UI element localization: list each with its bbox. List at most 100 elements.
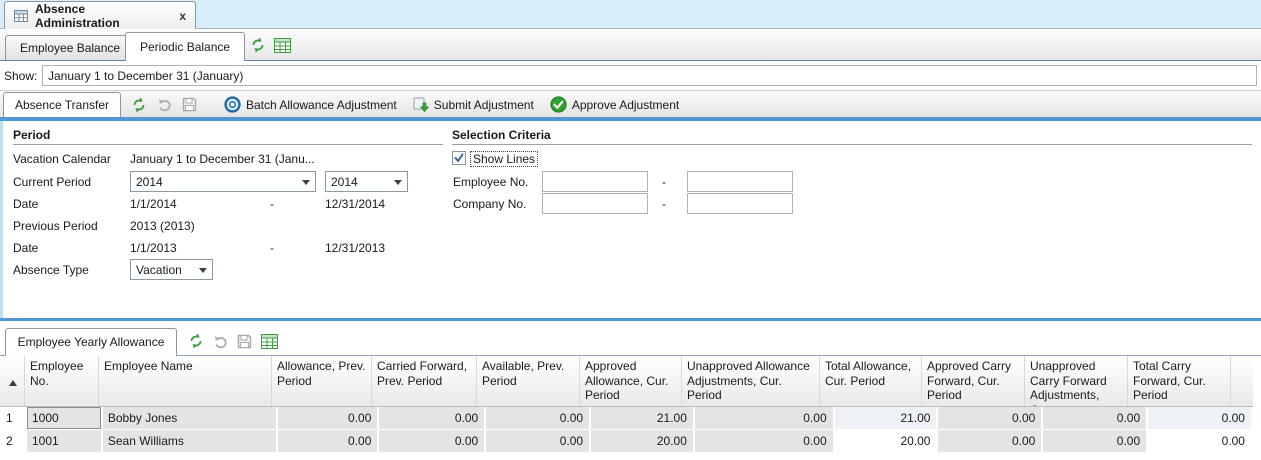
col-header-total-allowance-cur[interactable]: Total Allowance, Cur. Period — [820, 356, 922, 406]
approve-check-icon — [550, 96, 567, 113]
current-date-from: 1/1/2014 — [130, 197, 177, 211]
cell-available-prev[interactable]: 0.00 — [486, 430, 589, 452]
show-label: Show: — [4, 69, 37, 83]
cell-employee-no[interactable]: 1000 — [27, 407, 101, 429]
tab-absence-transfer[interactable]: Absence Transfer — [3, 92, 121, 117]
tab-periodic-balance[interactable]: Periodic Balance — [125, 32, 245, 61]
current-period-year2-value: 2014 — [331, 175, 358, 189]
cell-unapproved-allowance-adj[interactable]: 0.00 — [695, 430, 833, 452]
cell-carried-forward-prev[interactable]: 0.00 — [379, 430, 484, 452]
absence-type-label: Absence Type — [13, 263, 89, 277]
current-date-label: Date — [13, 197, 38, 211]
approve-adjustment-button[interactable]: Approve Adjustment — [547, 93, 682, 117]
window-tab-strip: Absence Administration x — [0, 0, 1261, 29]
table-row[interactable]: 2 1001 Sean Williams 0.00 0.00 0.00 20.0… — [0, 430, 1253, 452]
tab-employee-yearly-allowance[interactable]: Employee Yearly Allowance — [5, 328, 177, 356]
col-header-employee-no[interactable]: Employee No. — [25, 356, 99, 406]
selection-criteria-rule — [452, 144, 1252, 145]
previous-date-label: Date — [13, 241, 38, 255]
cell-unapproved-carry-forward-adj[interactable]: 0.00 — [1043, 407, 1146, 429]
col-header-approved-allowance-cur[interactable]: Approved Allowance, Cur. Period — [580, 356, 682, 406]
cell-unapproved-allowance-adj[interactable]: 0.00 — [695, 407, 833, 429]
company-no-dash: - — [662, 197, 666, 211]
col-header-employee-name[interactable]: Employee Name — [99, 356, 272, 406]
col-header-total-carry-forward[interactable]: Total Carry Forward, Cur. Period — [1128, 356, 1231, 406]
save-icon[interactable] — [237, 334, 252, 349]
balance-tab-strip: Employee Balance Periodic Balance — [0, 30, 1261, 61]
tab-employee-balance[interactable]: Employee Balance — [5, 35, 135, 60]
cell-available-prev[interactable]: 0.00 — [486, 407, 589, 429]
window-tab-absence-administration[interactable]: Absence Administration x — [4, 1, 196, 29]
cell-allowance-prev[interactable]: 0.00 — [278, 407, 378, 429]
show-lines-checkbox[interactable] — [452, 151, 466, 165]
cell-employee-name[interactable]: Sean Williams — [103, 430, 276, 452]
show-period-input[interactable] — [42, 65, 1257, 86]
refresh-icon[interactable] — [131, 97, 147, 113]
current-period-year2-select[interactable]: 2014 — [325, 171, 408, 192]
col-header-allowance-prev[interactable]: Allowance, Prev. Period — [272, 356, 372, 406]
submit-arrow-icon — [413, 97, 429, 113]
employee-no-dash: - — [662, 175, 666, 189]
cell-total-carry-forward[interactable]: 0.00 — [1148, 430, 1251, 452]
company-no-to-input[interactable] — [687, 193, 793, 214]
employee-no-from-input[interactable] — [542, 171, 648, 192]
close-icon[interactable]: x — [179, 9, 186, 23]
checkmark-icon — [454, 153, 464, 163]
batch-allowance-adjustment-button[interactable]: Batch Allowance Adjustment — [221, 93, 400, 117]
col-header-approved-carry-forward[interactable]: Approved Carry Forward, Cur. Period — [922, 356, 1025, 406]
cell-allowance-prev[interactable]: 0.00 — [278, 430, 378, 452]
cell-total-allowance-cur[interactable]: 21.00 — [835, 407, 937, 429]
save-icon[interactable] — [182, 97, 197, 112]
cell-approved-allowance-cur[interactable]: 21.00 — [591, 407, 693, 429]
company-no-from-input[interactable] — [542, 193, 648, 214]
refresh-icon[interactable] — [250, 37, 266, 53]
batch-allowance-adjustment-label: Batch Allowance Adjustment — [246, 98, 397, 112]
cell-approved-allowance-cur[interactable]: 20.00 — [591, 430, 693, 452]
previous-period-value: 2013 (2013) — [130, 219, 195, 233]
cell-total-carry-forward[interactable]: 0.00 — [1148, 407, 1251, 429]
sort-column-header[interactable] — [0, 356, 25, 406]
current-period-value: 2014 — [136, 175, 163, 189]
row-number: 2 — [0, 430, 25, 452]
cell-unapproved-carry-forward-adj[interactable]: 0.00 — [1043, 430, 1146, 452]
allowance-grid-header: Employee No. Employee Name Allowance, Pr… — [0, 356, 1253, 407]
current-date-to: 12/31/2014 — [325, 197, 385, 211]
cell-approved-carry-forward[interactable]: 0.00 — [938, 407, 1041, 429]
undo-icon[interactable] — [213, 334, 228, 349]
company-no-label: Company No. — [453, 197, 526, 211]
current-period-select[interactable]: 2014 — [130, 171, 316, 192]
show-lines-label[interactable]: Show Lines — [470, 151, 538, 167]
chevron-down-icon — [199, 268, 207, 273]
col-header-carried-forward-prev[interactable]: Carried Forward, Prev. Period — [372, 356, 477, 406]
refresh-icon[interactable] — [188, 333, 204, 349]
row-number: 1 — [0, 407, 25, 429]
grid-view-icon[interactable] — [274, 38, 291, 53]
record-circle-icon — [224, 96, 241, 113]
allowance-grid-body: 1 1000 Bobby Jones 0.00 0.00 0.00 21.00 … — [0, 407, 1253, 453]
window-tab-title: Absence Administration — [35, 2, 172, 30]
cell-carried-forward-prev[interactable]: 0.00 — [379, 407, 484, 429]
submit-adjustment-button[interactable]: Submit Adjustment — [410, 93, 537, 117]
cell-total-allowance-cur[interactable]: 20.00 — [835, 430, 937, 452]
cell-employee-name[interactable]: Bobby Jones — [103, 407, 276, 429]
period-rule — [13, 144, 443, 145]
table-row[interactable]: 1 1000 Bobby Jones 0.00 0.00 0.00 21.00 … — [0, 407, 1253, 429]
grid-view-icon[interactable] — [261, 334, 278, 349]
previous-period-label: Previous Period — [13, 219, 98, 233]
col-header-available-prev[interactable]: Available, Prev. Period — [477, 356, 580, 406]
previous-date-from: 1/1/2013 — [130, 241, 177, 255]
col-header-unapproved-carry-forward-adj[interactable]: Unapproved Carry Forward Adjustments, Cu… — [1025, 356, 1128, 406]
col-header-unapproved-allowance-adj[interactable]: Unapproved Allowance Adjustments, Cur. P… — [682, 356, 820, 406]
show-filter-bar: Show: — [0, 61, 1261, 90]
employee-no-to-input[interactable] — [687, 171, 793, 192]
panel-accent-bar — [0, 318, 1261, 321]
submit-adjustment-label: Submit Adjustment — [434, 98, 534, 112]
cell-employee-no[interactable]: 1001 — [27, 430, 101, 452]
undo-icon[interactable] — [157, 97, 172, 112]
selection-criteria-heading: Selection Criteria — [452, 128, 551, 142]
absence-type-value: Vacation — [136, 263, 182, 277]
chevron-down-icon — [302, 180, 310, 185]
employee-no-label: Employee No. — [453, 175, 528, 189]
absence-type-select[interactable]: Vacation — [130, 259, 213, 280]
cell-approved-carry-forward[interactable]: 0.00 — [938, 430, 1041, 452]
